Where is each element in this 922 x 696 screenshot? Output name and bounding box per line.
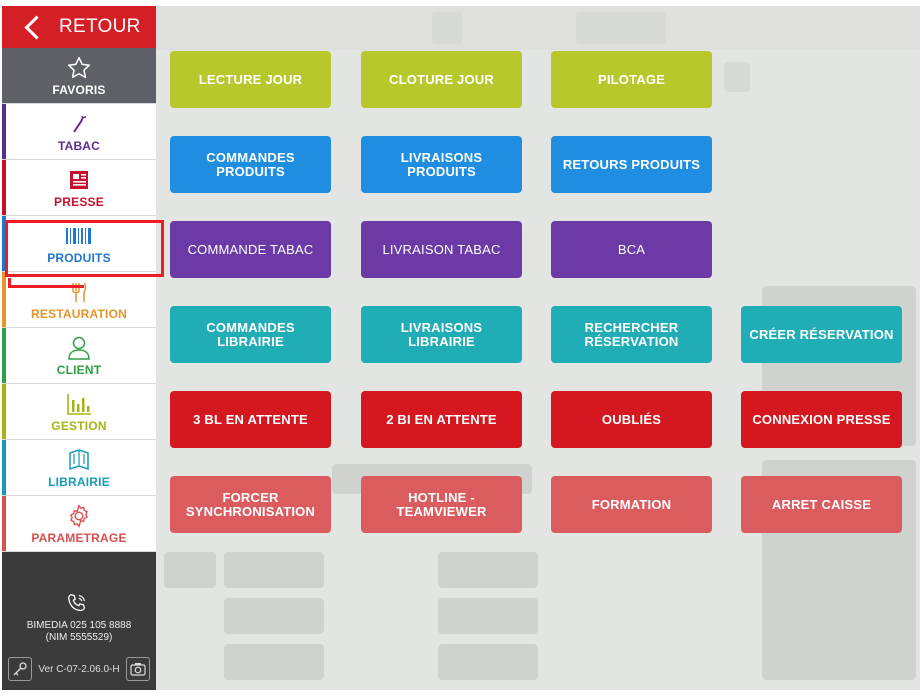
- key-icon: [13, 662, 27, 676]
- app-window: RETOUR FAVORIS TABAC PRESSE PRODUITS RES…: [2, 6, 920, 690]
- sidebar-item-parametrage[interactable]: PARAMETRAGE: [2, 496, 156, 552]
- category-color-bar: [2, 496, 6, 551]
- camera-button[interactable]: [126, 657, 150, 681]
- forcer-synchronisation-button[interactable]: FORCER SYNCHRONISATION: [170, 476, 331, 533]
- livraisons-produits-button[interactable]: LIVRAISONS PRODUITS: [361, 136, 522, 193]
- sidebar-item-tabac[interactable]: TABAC: [2, 104, 156, 160]
- bi-en-attente-button[interactable]: 2 BI EN ATTENTE: [361, 391, 522, 448]
- sidebar: RETOUR FAVORIS TABAC PRESSE PRODUITS RES…: [2, 6, 156, 690]
- sidebar-item-presse[interactable]: PRESSE: [2, 160, 156, 216]
- retours-produits-button[interactable]: RETOURS PRODUITS: [551, 136, 712, 193]
- newspaper-icon: [64, 167, 94, 193]
- background-ghost-icon: [432, 12, 462, 44]
- sidebar-item-label: FAVORIS: [52, 83, 106, 97]
- sidebar-item-label: LIBRAIRIE: [48, 475, 110, 489]
- category-color-bar: [2, 104, 6, 159]
- cloture-jour-button[interactable]: CLOTURE JOUR: [361, 51, 522, 108]
- background-ghost-icon: [724, 62, 750, 92]
- pilotage-button[interactable]: PILOTAGE: [551, 51, 712, 108]
- back-button-label: RETOUR: [59, 16, 141, 37]
- bl-en-attente-button[interactable]: 3 BL EN ATTENTE: [170, 391, 331, 448]
- category-color-bar: [2, 328, 6, 383]
- camera-icon: [130, 663, 146, 676]
- background-ghost-key: [438, 644, 538, 680]
- bca-button[interactable]: BCA: [551, 221, 712, 278]
- lecture-jour-button[interactable]: LECTURE JOUR: [170, 51, 331, 108]
- support-nim: (NIM 5555529): [45, 632, 113, 643]
- sidebar-item-label: PRESSE: [54, 195, 104, 209]
- phone-icon: [66, 592, 88, 619]
- sidebar-item-label: PARAMETRAGE: [31, 531, 127, 545]
- background-ghost-key: [224, 552, 324, 588]
- sidebar-item-librairie[interactable]: LIBRAIRIE: [2, 440, 156, 496]
- user-icon: [64, 335, 94, 361]
- sidebar-item-label: CLIENT: [56, 363, 102, 377]
- bar-chart-icon: [64, 391, 94, 417]
- category-color-bar: [2, 160, 6, 215]
- food-icon: [64, 279, 94, 305]
- footer-bottom-bar: Ver C-07-2.06.0-H: [8, 656, 150, 682]
- background-ghost-key: [164, 552, 216, 588]
- gear-icon: [64, 503, 94, 529]
- oublies-button[interactable]: OUBLIÉS: [551, 391, 712, 448]
- version-label: Ver C-07-2.06.0-H: [38, 663, 120, 675]
- sidebar-item-favoris[interactable]: FAVORIS: [2, 48, 156, 104]
- star-icon: [64, 55, 94, 81]
- sidebar-item-restauration[interactable]: RESTAURATION: [2, 272, 156, 328]
- connexion-presse-button[interactable]: CONNEXION PRESSE: [741, 391, 902, 448]
- barcode-icon: [64, 223, 94, 249]
- hotline-teamviewer-button[interactable]: HOTLINE - TEAMVIEWER: [361, 476, 522, 533]
- cigarette-icon: [64, 111, 94, 137]
- creer-reservation-button[interactable]: CRÉER RÉSERVATION: [741, 306, 902, 363]
- category-color-bar: [2, 440, 6, 495]
- background-ghost-button: [576, 12, 666, 44]
- formation-button[interactable]: FORMATION: [551, 476, 712, 533]
- sidebar-footer: BIMEDIA 025 105 8888 (NIM 5555529) Ver C…: [2, 552, 156, 690]
- sidebar-item-label: RESTAURATION: [31, 307, 127, 321]
- category-color-bar: [2, 216, 6, 271]
- key-button[interactable]: [8, 657, 32, 681]
- support-contact: BIMEDIA 025 105 8888 (NIM 5555529): [2, 620, 156, 644]
- support-phone: BIMEDIA 025 105 8888: [26, 620, 132, 631]
- chevron-left-icon: [24, 14, 49, 40]
- background-ghost-key: [224, 644, 324, 680]
- book-icon: [64, 447, 94, 473]
- category-color-bar: [2, 384, 6, 439]
- sidebar-item-gestion[interactable]: GESTION: [2, 384, 156, 440]
- rechercher-reservation-button[interactable]: RECHERCHER RÉSERVATION: [551, 306, 712, 363]
- arret-caisse-button[interactable]: ARRET CAISSE: [741, 476, 902, 533]
- sidebar-item-client[interactable]: CLIENT: [2, 328, 156, 384]
- sidebar-item-label: PRODUITS: [47, 251, 111, 265]
- sidebar-item-label: TABAC: [57, 139, 101, 153]
- background-topbar: [156, 6, 920, 50]
- commandes-produits-button[interactable]: COMMANDES PRODUITS: [170, 136, 331, 193]
- back-button[interactable]: RETOUR: [2, 6, 156, 48]
- livraisons-librairie-button[interactable]: LIVRAISONS LIBRAIRIE: [361, 306, 522, 363]
- sidebar-item-produits[interactable]: PRODUITS: [2, 216, 156, 272]
- livraison-tabac-button[interactable]: LIVRAISON TABAC: [361, 221, 522, 278]
- commande-tabac-button[interactable]: COMMANDE TABAC: [170, 221, 331, 278]
- commandes-librairie-button[interactable]: COMMANDES LIBRAIRIE: [170, 306, 331, 363]
- background-ghost-key: [224, 598, 324, 634]
- background-ghost-key: [438, 552, 538, 588]
- background-ghost-key: [438, 598, 538, 634]
- sidebar-item-label: GESTION: [51, 419, 107, 433]
- category-color-bar: [2, 272, 6, 327]
